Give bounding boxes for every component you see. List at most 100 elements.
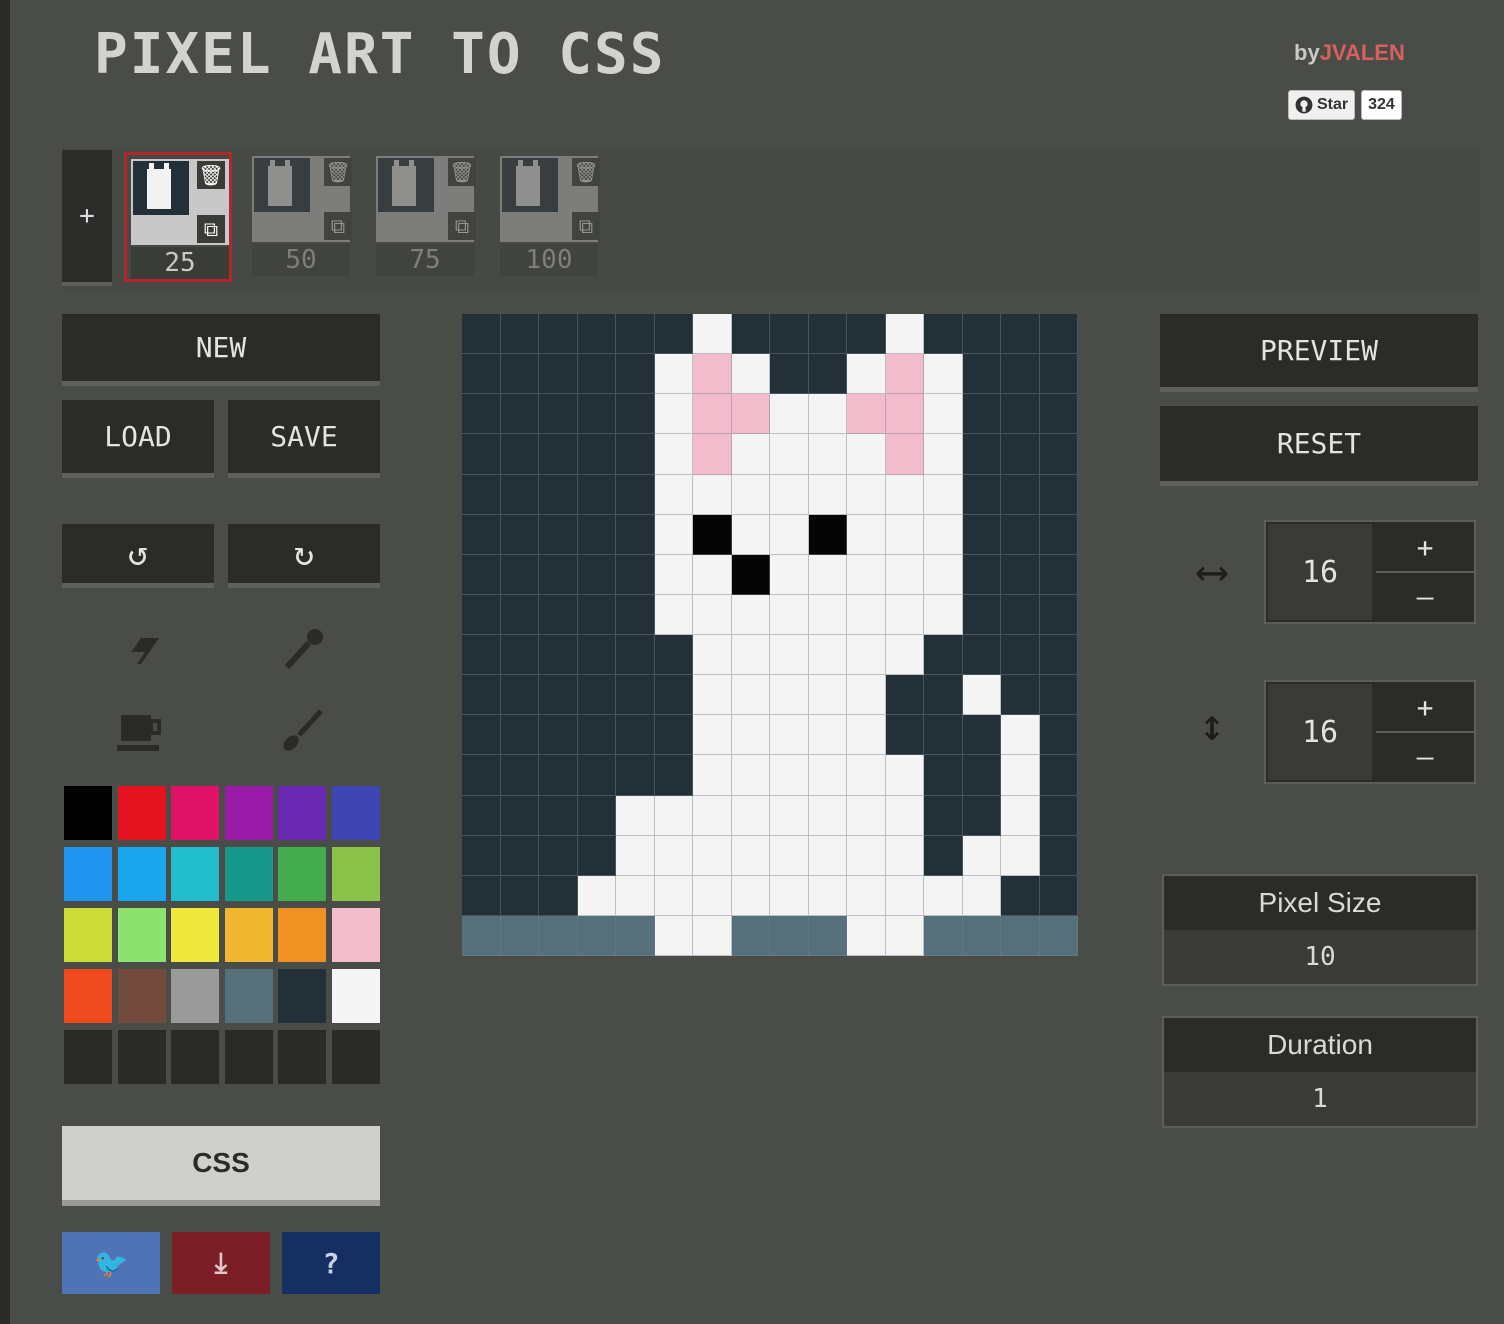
canvas-pixel[interactable] bbox=[924, 354, 963, 395]
color-swatch[interactable] bbox=[171, 1030, 220, 1084]
canvas-pixel[interactable] bbox=[654, 915, 693, 956]
canvas-pixel[interactable] bbox=[731, 915, 770, 956]
canvas-pixel[interactable] bbox=[616, 394, 655, 435]
canvas-pixel[interactable] bbox=[962, 875, 1001, 916]
canvas-pixel[interactable] bbox=[1039, 875, 1078, 916]
color-swatch[interactable] bbox=[117, 1030, 166, 1084]
canvas-pixel[interactable] bbox=[962, 635, 1001, 676]
canvas-pixel[interactable] bbox=[462, 434, 501, 475]
canvas-pixel[interactable] bbox=[731, 314, 770, 355]
canvas-pixel[interactable] bbox=[500, 434, 539, 475]
canvas-pixel[interactable] bbox=[885, 554, 924, 595]
duplicate-icon[interactable]: ⧉ bbox=[324, 212, 352, 240]
canvas-pixel[interactable] bbox=[1039, 434, 1078, 475]
canvas-pixel[interactable] bbox=[770, 354, 809, 395]
canvas-pixel[interactable] bbox=[924, 715, 963, 756]
duration-input[interactable]: 1 bbox=[1164, 1072, 1476, 1126]
canvas-pixel[interactable] bbox=[962, 394, 1001, 435]
canvas-pixel[interactable] bbox=[577, 594, 616, 635]
canvas-pixel[interactable] bbox=[1039, 394, 1078, 435]
canvas-pixel[interactable] bbox=[924, 514, 963, 555]
canvas-pixel[interactable] bbox=[962, 715, 1001, 756]
canvas-pixel[interactable] bbox=[616, 875, 655, 916]
canvas-pixel[interactable] bbox=[693, 394, 732, 435]
canvas-pixel[interactable] bbox=[770, 474, 809, 515]
canvas-pixel[interactable] bbox=[616, 675, 655, 716]
canvas-pixel[interactable] bbox=[770, 835, 809, 876]
canvas-pixel[interactable] bbox=[654, 394, 693, 435]
new-button[interactable]: NEW bbox=[62, 314, 380, 386]
rows-value[interactable]: 16 bbox=[1268, 684, 1372, 780]
canvas-pixel[interactable] bbox=[1039, 755, 1078, 796]
canvas-pixel[interactable] bbox=[616, 554, 655, 595]
canvas-pixel[interactable] bbox=[731, 514, 770, 555]
canvas-pixel[interactable] bbox=[1001, 594, 1040, 635]
canvas-pixel[interactable] bbox=[654, 474, 693, 515]
color-swatch[interactable] bbox=[278, 847, 327, 901]
canvas-pixel[interactable] bbox=[847, 715, 886, 756]
canvas-pixel[interactable] bbox=[731, 354, 770, 395]
canvas-pixel[interactable] bbox=[693, 474, 732, 515]
canvas-pixel[interactable] bbox=[616, 474, 655, 515]
canvas-pixel[interactable] bbox=[731, 474, 770, 515]
canvas-pixel[interactable] bbox=[808, 755, 847, 796]
canvas-pixel[interactable] bbox=[693, 675, 732, 716]
color-swatch[interactable] bbox=[64, 786, 112, 840]
color-swatch[interactable] bbox=[224, 786, 273, 840]
canvas-pixel[interactable] bbox=[924, 554, 963, 595]
canvas-pixel[interactable] bbox=[500, 675, 539, 716]
canvas-pixel[interactable] bbox=[847, 755, 886, 796]
canvas-pixel[interactable] bbox=[1039, 715, 1078, 756]
color-swatch[interactable] bbox=[64, 1030, 112, 1084]
canvas-pixel[interactable] bbox=[924, 394, 963, 435]
canvas-pixel[interactable] bbox=[1039, 514, 1078, 555]
canvas-pixel[interactable] bbox=[693, 354, 732, 395]
canvas-pixel[interactable] bbox=[924, 755, 963, 796]
frame-thumbnail[interactable]: 🗑 ⧉ 50 bbox=[248, 152, 356, 282]
canvas-pixel[interactable] bbox=[1039, 915, 1078, 956]
frame-thumbnail[interactable]: 🗑 ⧉ 75 bbox=[372, 152, 480, 282]
canvas-pixel[interactable] bbox=[577, 554, 616, 595]
color-swatch[interactable] bbox=[278, 786, 327, 840]
color-swatch[interactable] bbox=[117, 969, 166, 1023]
canvas-pixel[interactable] bbox=[962, 594, 1001, 635]
canvas-pixel[interactable] bbox=[616, 635, 655, 676]
canvas-pixel[interactable] bbox=[577, 755, 616, 796]
canvas-pixel[interactable] bbox=[500, 314, 539, 355]
columns-increment-button[interactable]: + bbox=[1376, 524, 1474, 573]
canvas-pixel[interactable] bbox=[1039, 474, 1078, 515]
canvas-pixel[interactable] bbox=[808, 474, 847, 515]
canvas-pixel[interactable] bbox=[1039, 835, 1078, 876]
canvas-pixel[interactable] bbox=[885, 755, 924, 796]
canvas-pixel[interactable] bbox=[616, 354, 655, 395]
canvas-pixel[interactable] bbox=[693, 434, 732, 475]
canvas-pixel[interactable] bbox=[500, 875, 539, 916]
trash-icon[interactable]: 🗑 bbox=[572, 158, 600, 186]
color-swatch[interactable] bbox=[332, 969, 380, 1023]
canvas-pixel[interactable] bbox=[1001, 755, 1040, 796]
canvas-pixel[interactable] bbox=[924, 635, 963, 676]
canvas-pixel[interactable] bbox=[1039, 314, 1078, 355]
canvas-pixel[interactable] bbox=[885, 514, 924, 555]
canvas-pixel[interactable] bbox=[539, 314, 578, 355]
canvas-pixel[interactable] bbox=[1001, 675, 1040, 716]
github-star-count[interactable]: 324 bbox=[1361, 90, 1402, 120]
color-swatch[interactable] bbox=[332, 1030, 380, 1084]
canvas-pixel[interactable] bbox=[847, 635, 886, 676]
canvas-pixel[interactable] bbox=[847, 514, 886, 555]
canvas-pixel[interactable] bbox=[462, 314, 501, 355]
canvas-pixel[interactable] bbox=[616, 715, 655, 756]
canvas-pixel[interactable] bbox=[693, 915, 732, 956]
canvas-pixel[interactable] bbox=[885, 314, 924, 355]
twitter-share-button[interactable]: 🐦 bbox=[62, 1232, 160, 1294]
canvas-pixel[interactable] bbox=[462, 354, 501, 395]
canvas-pixel[interactable] bbox=[731, 715, 770, 756]
canvas-pixel[interactable] bbox=[808, 394, 847, 435]
canvas-pixel[interactable] bbox=[847, 354, 886, 395]
duplicate-icon[interactable]: ⧉ bbox=[448, 212, 476, 240]
canvas-pixel[interactable] bbox=[616, 755, 655, 796]
canvas-pixel[interactable] bbox=[962, 795, 1001, 836]
canvas-pixel[interactable] bbox=[1001, 394, 1040, 435]
canvas-pixel[interactable] bbox=[770, 875, 809, 916]
canvas-pixel[interactable] bbox=[577, 354, 616, 395]
